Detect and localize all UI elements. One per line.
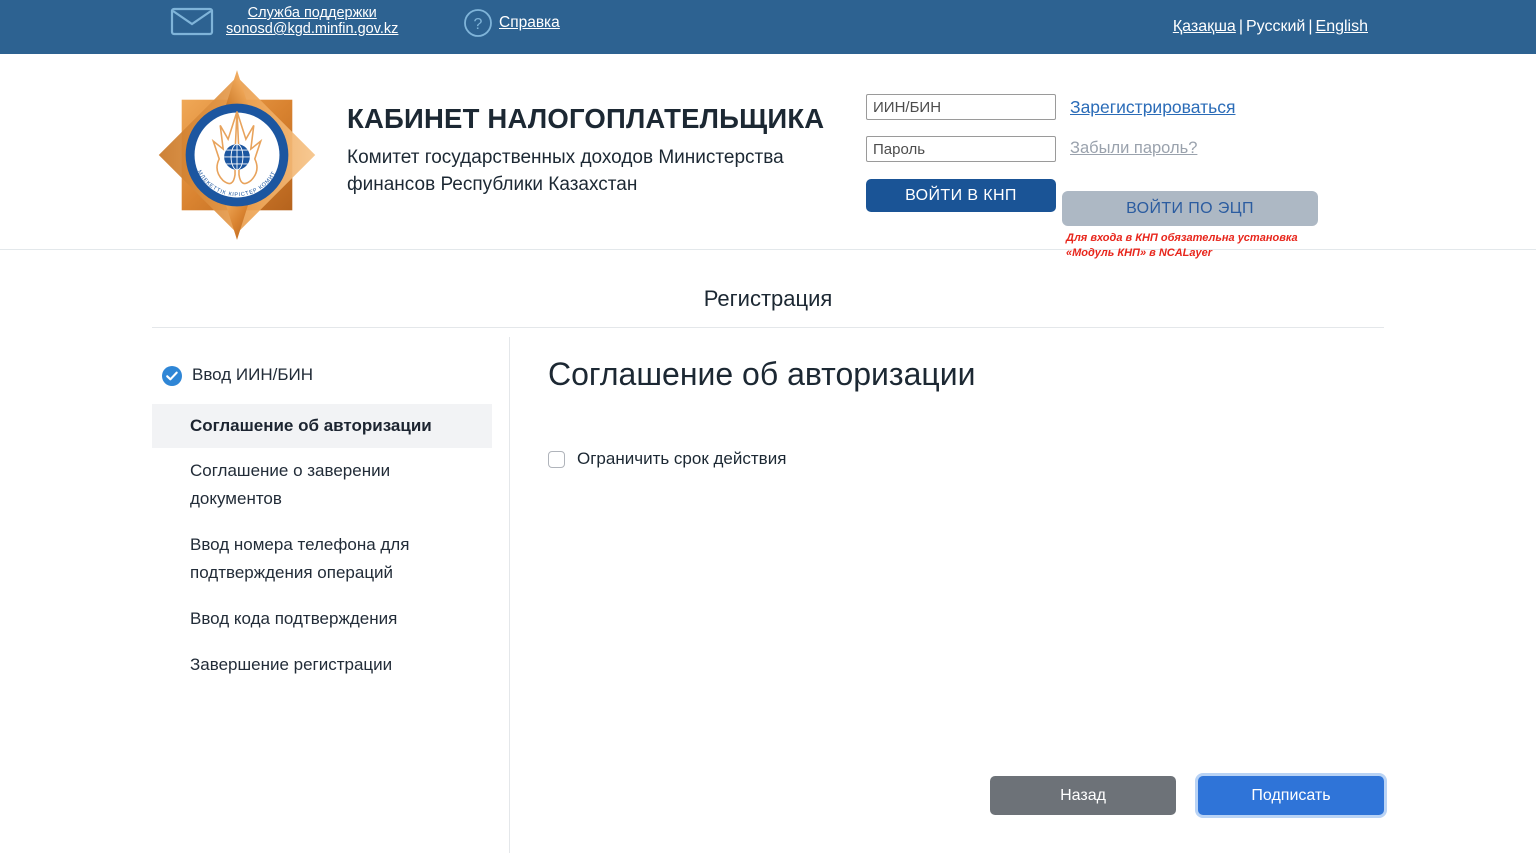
sign-button[interactable]: Подписать xyxy=(1198,776,1384,815)
ncalayer-warning-line2: «Модуль КНП» в NCALayer xyxy=(1066,246,1326,261)
sidebar-item-label: Завершение регистрации xyxy=(190,651,480,679)
help-block: ? Справка xyxy=(463,8,560,38)
question-mark-icon-svg: ? xyxy=(463,8,493,38)
sidebar-item-registration-complete[interactable]: Завершение регистрации xyxy=(152,642,492,688)
limit-validity-checkbox[interactable] xyxy=(548,451,565,468)
language-switcher: Қазақша|Русский|English xyxy=(1173,18,1368,36)
top-utility-bar: Служба поддержки sonosd@kgd.minfin.gov.k… xyxy=(0,0,1536,54)
iin-bin-input[interactable] xyxy=(866,94,1056,120)
sidebar-item-authorization-agreement[interactable]: Соглашение об авторизации xyxy=(152,404,492,448)
login-knp-button[interactable]: ВОЙТИ В КНП xyxy=(866,179,1056,212)
support-links: Служба поддержки sonosd@kgd.minfin.gov.k… xyxy=(226,5,398,37)
lang-russian[interactable]: Русский xyxy=(1246,18,1305,35)
support-title-link[interactable]: Служба поддержки xyxy=(248,5,377,21)
vertical-divider xyxy=(509,337,510,853)
sidebar-item-label: Ввод номера телефона для подтверждения о… xyxy=(190,531,480,587)
sidebar-item-label: Ввод ИИН/БИН xyxy=(192,361,480,389)
sidebar-item-label: Соглашение о заверении документов xyxy=(190,457,480,513)
login-form: ВОЙТИ В КНП Зарегистрироваться Забыли па… xyxy=(866,94,1056,212)
limit-validity-label[interactable]: Ограничить срок действия xyxy=(577,449,786,469)
question-mark-icon[interactable]: ? xyxy=(463,8,493,38)
main-content: Соглашение об авторизации Ограничить сро… xyxy=(548,352,1384,469)
ncalayer-warning: Для входа в КНП обязательна установка «М… xyxy=(1066,231,1326,261)
registration-steps: Ввод ИИН/БИН Соглашение об авторизации С… xyxy=(152,352,492,688)
envelope-icon-svg xyxy=(170,6,214,36)
kgd-emblem-logo: МЕМЛЕКЕТТІК КІРІСТЕР КОМИТЕТІ xyxy=(158,69,316,241)
register-link[interactable]: Зарегистрироваться xyxy=(1070,97,1235,118)
svg-text:?: ? xyxy=(474,16,483,33)
sidebar-item-confirmation-code[interactable]: Ввод кода подтверждения xyxy=(152,596,492,642)
page-title: Регистрация xyxy=(0,286,1536,312)
sidebar-item-document-certification-agreement[interactable]: Соглашение о заверении документов xyxy=(152,448,492,522)
check-circle-icon-svg xyxy=(162,366,182,386)
forgot-password-link[interactable]: Забыли пароль? xyxy=(1070,139,1197,158)
support-email-link[interactable]: sonosd@kgd.minfin.gov.kz xyxy=(226,21,398,37)
lang-separator-2: | xyxy=(1305,18,1315,35)
password-input[interactable] xyxy=(866,136,1056,162)
back-button[interactable]: Назад xyxy=(990,776,1176,815)
sidebar-item-phone-number[interactable]: Ввод номера телефона для подтверждения о… xyxy=(152,522,492,596)
brand-block: КАБИНЕТ НАЛОГОПЛАТЕЛЬЩИКА Комитет госуда… xyxy=(347,102,867,198)
sidebar-item-iin-bin[interactable]: Ввод ИИН/БИН xyxy=(152,352,492,404)
form-actions: Назад Подписать xyxy=(548,776,1384,815)
sidebar-item-label: Ввод кода подтверждения xyxy=(190,605,480,633)
brand-subtitle: Комитет государственных доходов Министер… xyxy=(347,144,867,198)
limit-validity-row: Ограничить срок действия xyxy=(548,449,1384,469)
site-header: МЕМЛЕКЕТТІК КІРІСТЕР КОМИТЕТІ КАБИНЕТ НА… xyxy=(0,54,1536,250)
content-heading: Соглашение об авторизации xyxy=(548,352,1384,396)
lang-separator-1: | xyxy=(1236,18,1246,35)
help-link[interactable]: Справка xyxy=(499,14,560,32)
lang-kazakh[interactable]: Қазақша xyxy=(1173,18,1236,35)
ncalayer-warning-line1: Для входа в КНП обязательна установка xyxy=(1066,231,1326,246)
login-ecp-button[interactable]: ВОЙТИ ПО ЭЦП xyxy=(1062,191,1318,226)
envelope-icon[interactable] xyxy=(170,6,214,36)
check-circle-icon xyxy=(162,366,182,395)
support-block: Служба поддержки sonosd@kgd.minfin.gov.k… xyxy=(170,5,398,37)
sidebar-item-label: Соглашение об авторизации xyxy=(190,412,480,440)
lang-english[interactable]: English xyxy=(1316,18,1368,35)
title-divider xyxy=(152,327,1384,328)
brand-title: КАБИНЕТ НАЛОГОПЛАТЕЛЬЩИКА xyxy=(347,102,867,136)
